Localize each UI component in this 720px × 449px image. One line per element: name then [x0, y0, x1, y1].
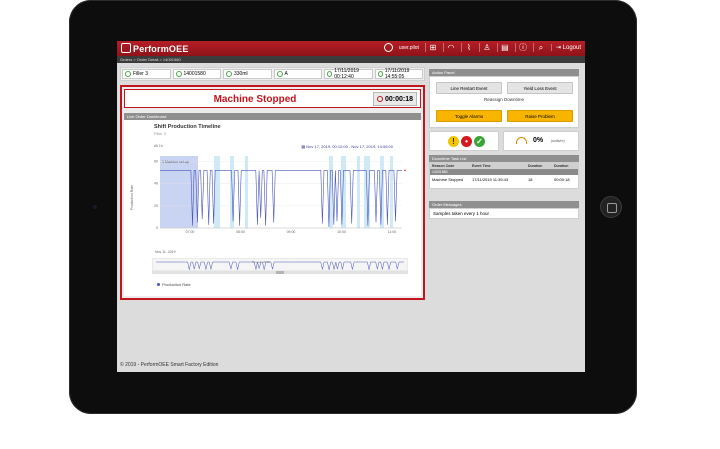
table-spacer: [430, 184, 578, 188]
logout-button[interactable]: ⇥ Logout: [550, 44, 581, 51]
app-title: PerformOEE: [133, 44, 189, 54]
home-button[interactable]: [600, 196, 622, 218]
user-avatar-icon[interactable]: [383, 43, 393, 52]
breadcrumb[interactable]: Orders > Order Detail > 14001580: [117, 56, 585, 63]
yield-loss-button[interactable]: Yield Loss Event: [507, 82, 573, 94]
machine-icon: [125, 71, 131, 77]
line-restart-button[interactable]: Line Restart Event: [436, 82, 502, 94]
top-bar: PerformOEE user.pilot ⊞ ◠ ⌇ ♙ ▤ ⓘ ⌕ ⇥ Lo…: [117, 41, 585, 56]
x-tick-label: 07:00: [186, 230, 195, 234]
x-tick-label: 11:00: [388, 230, 397, 234]
chart-title: Shift Production Timeline: [154, 124, 221, 130]
shift-icon: [276, 71, 283, 77]
hierarchy-icon[interactable]: ⊞: [424, 43, 437, 52]
navigator-date: Nov 11, 2019: [252, 260, 270, 264]
camera-icon: [93, 205, 97, 209]
toggle-alarms-button[interactable]: Toggle Alarms: [436, 110, 502, 122]
gauge-icon: [516, 137, 527, 144]
info-filler: Filler 3: [122, 69, 171, 79]
x-tick-label: 08:00: [236, 230, 245, 234]
downtime-header: Downtime Task List: [429, 155, 579, 162]
chart-legend[interactable]: Production Rate: [157, 282, 191, 287]
oee-value: 0%: [533, 137, 544, 144]
downtime-timer: 00:00:18: [373, 92, 417, 106]
downtime-task-list: Downtime Task List Reason Code Event Tim…: [429, 155, 579, 189]
legend-swatch: [157, 283, 160, 286]
chart-card: Shift Production Timeline Filler 3 All 1…: [124, 120, 421, 296]
logo-icon: [121, 43, 131, 53]
action-panel-header: Action Panel: [429, 69, 579, 76]
status-indicators: ! • ✓ 0% (units/m): [429, 131, 579, 151]
latest-point: [404, 169, 406, 172]
downtime-table: Reason Code Event Time Duration Duration…: [429, 162, 579, 189]
message-text: Samples taken every 1 hour: [429, 208, 579, 219]
x-tick-label: 09:00: [287, 230, 296, 234]
order-info-strip: Filler 3 14001580 330ml A 17/11/2019 00:…: [120, 67, 425, 81]
stopwatch-icon: [376, 96, 383, 102]
info-start: 17/11/2019 00:12:40: [324, 68, 373, 80]
toolbar: user.pilot ⊞ ◠ ⌇ ♙ ▤ ⓘ ⌕ ⇥ Logout: [383, 43, 581, 52]
y-tick-label: 20: [154, 204, 158, 208]
chart-icon[interactable]: ⌇: [460, 43, 473, 52]
order-icon: [175, 71, 182, 77]
oee-unit: (units/m): [551, 139, 565, 143]
downtime-band-8: [390, 156, 393, 228]
y-tick-label: 60: [154, 160, 158, 164]
dashboard-header: Live Order Dashboard: [124, 113, 421, 120]
info-icon[interactable]: ⓘ: [514, 43, 527, 52]
production-chart[interactable]: 1 Machine set-up 0 20 40 60 07:00 08:00 09:00 10…: [152, 152, 408, 234]
report-icon[interactable]: ▤: [496, 43, 509, 52]
app-screen: PerformOEE user.pilot ⊞ ◠ ⌇ ♙ ▤ ⓘ ⌕ ⇥ Lo…: [117, 41, 585, 372]
y-tick-label: 40: [154, 182, 158, 186]
info-product: 330ml: [223, 69, 272, 79]
app-logo[interactable]: PerformOEE: [121, 43, 189, 54]
raise-problem-button[interactable]: Raise Problem: [507, 110, 573, 122]
date-range[interactable]: ▦ Nov 17, 2019, 00:12:00 - Nov 17, 2019,…: [301, 144, 393, 149]
clock-icon: [377, 71, 383, 77]
clock-icon: [327, 71, 333, 77]
footer: © 2019 - PerformOEE Smart Factory Editio…: [120, 362, 219, 368]
chart-subtitle: Filler 3: [154, 131, 167, 136]
search-icon[interactable]: ⌕: [532, 43, 545, 52]
warning-icon[interactable]: !: [448, 136, 459, 147]
user-name[interactable]: user.pilot: [399, 45, 419, 51]
setup-band-label: 1 Machine set-up: [162, 160, 189, 164]
info-order: 14001580: [172, 69, 221, 79]
zoom-selector[interactable]: All 1h: [154, 144, 163, 148]
x-tick-label: 10:00: [337, 230, 346, 234]
order-messages: Order Messages Samples taken every 1 hou…: [429, 201, 579, 219]
y-axis-label: Production Rate: [130, 184, 134, 210]
y-tick-label: 0: [156, 226, 158, 230]
reassign-downtime-label[interactable]: Reassign Downtime: [430, 97, 578, 102]
machine-status-text: Machine Stopped: [213, 94, 297, 105]
chart-date: Nov 11, 2019: [155, 250, 176, 254]
machine-status-banner: Machine Stopped 00:00:18: [124, 89, 421, 108]
downtime-band-5: [357, 156, 360, 228]
navigator-handle: [276, 271, 284, 274]
check-icon[interactable]: ✓: [474, 136, 485, 147]
user-icon[interactable]: ♙: [478, 43, 491, 52]
alarm-lights: ! • ✓: [429, 131, 499, 151]
table-row[interactable]: Machine Stopped 17/11/2019 11:39:43 18 0…: [430, 175, 578, 184]
stop-icon[interactable]: •: [461, 136, 472, 147]
info-end: 17/11/2019 14:55:05: [374, 68, 423, 80]
downtime-band-2: [245, 156, 248, 228]
downtime-band-0: [214, 156, 220, 228]
product-icon: [226, 71, 232, 77]
messages-header: Order Messages: [429, 201, 579, 208]
info-shift: A: [273, 69, 322, 79]
gauge-icon[interactable]: ◠: [442, 43, 455, 52]
action-panel-body: Line Restart Event Yield Loss Event Reas…: [429, 76, 579, 128]
action-panel: Action Panel Line Restart Event Yield Lo…: [429, 69, 579, 128]
oee-gauge: 0% (units/m): [503, 131, 579, 151]
logout-label: Logout: [562, 45, 581, 51]
chart-navigator[interactable]: Nov 11, 2019: [152, 258, 408, 274]
live-dashboard-frame: Machine Stopped 00:00:18 Live Order Dash…: [120, 85, 425, 300]
